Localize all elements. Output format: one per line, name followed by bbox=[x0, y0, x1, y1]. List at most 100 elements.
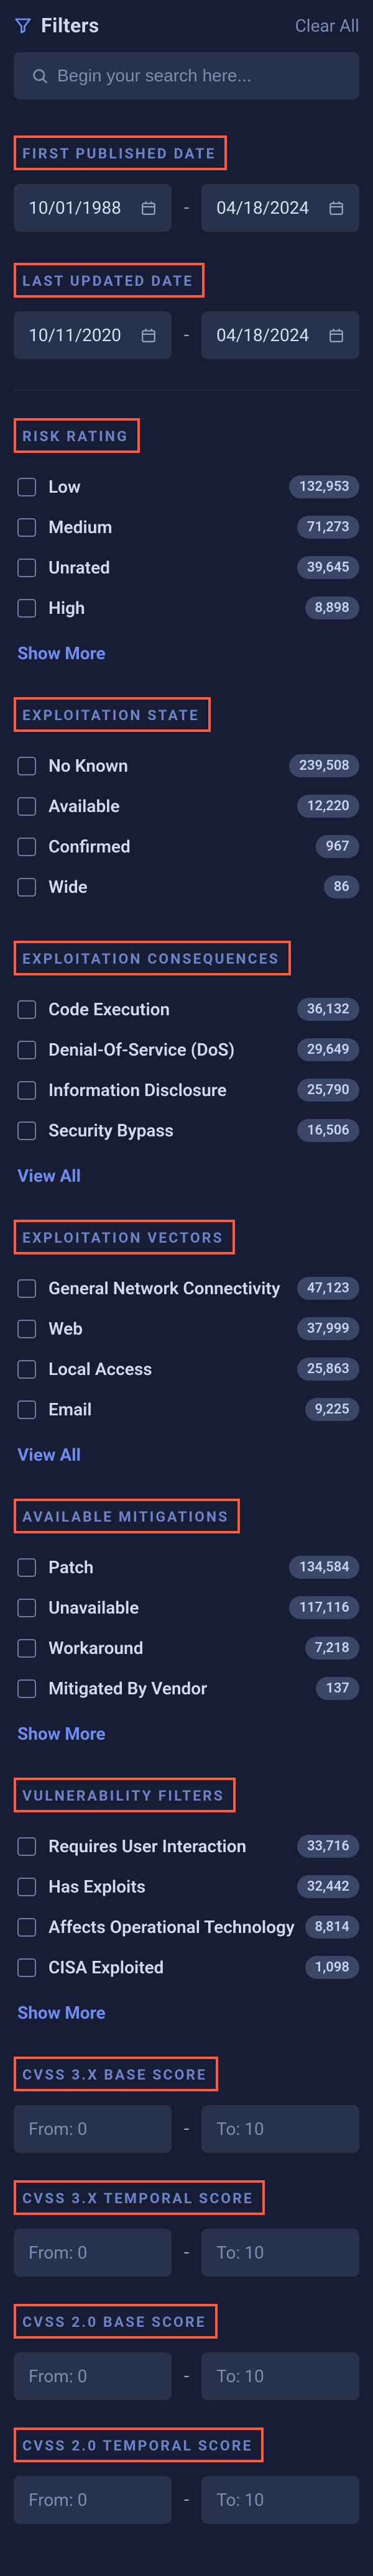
filter-option[interactable]: Affects Operational Technology8,814 bbox=[14, 1907, 359, 1947]
count-badge: 29,649 bbox=[297, 1038, 359, 1061]
filter-option[interactable]: Local Access25,863 bbox=[14, 1349, 359, 1389]
score-range: From: 0-To: 10 bbox=[14, 2476, 359, 2524]
option-label: Mitigated By Vendor bbox=[48, 1678, 207, 1699]
checkbox[interactable] bbox=[17, 1639, 36, 1658]
filter-option[interactable]: Security Bypass16,506 bbox=[14, 1110, 359, 1151]
filters-header-left: Filters bbox=[14, 14, 99, 37]
option-label: Denial-Of-Service (DoS) bbox=[48, 1039, 234, 1060]
checkbox[interactable] bbox=[17, 1279, 36, 1298]
checkbox[interactable] bbox=[17, 1958, 36, 1977]
vuln-heading: VULNERABILITY FILTERS bbox=[14, 1778, 236, 1812]
checkbox[interactable] bbox=[17, 518, 36, 537]
show-more-link[interactable]: Show More bbox=[14, 1709, 359, 1773]
show-more-link[interactable]: Show More bbox=[14, 628, 359, 692]
score-from-input[interactable]: From: 0 bbox=[14, 2105, 172, 2153]
checkbox[interactable] bbox=[17, 797, 36, 816]
checkbox[interactable] bbox=[17, 1121, 36, 1140]
checkbox[interactable] bbox=[17, 878, 36, 897]
cvss2-base-heading: CVSS 2.0 BASE SCORE bbox=[14, 2304, 218, 2339]
option-label: Requires User Interaction bbox=[48, 1836, 246, 1857]
filter-option[interactable]: Email9,225 bbox=[14, 1389, 359, 1430]
filter-option[interactable]: Denial-Of-Service (DoS) 29,649 bbox=[14, 1030, 359, 1070]
first-published-from[interactable]: 10/01/1988 bbox=[14, 184, 172, 232]
checkbox[interactable] bbox=[17, 1000, 36, 1019]
count-badge: 37,999 bbox=[297, 1317, 359, 1340]
filter-option[interactable]: Patch134,584 bbox=[14, 1547, 359, 1587]
filter-option[interactable]: Code Execution36,132 bbox=[14, 989, 359, 1030]
score-from-input[interactable]: From: 0 bbox=[14, 2352, 172, 2400]
filter-option[interactable]: Unavailable117,116 bbox=[14, 1587, 359, 1628]
last-updated-from[interactable]: 10/11/2020 bbox=[14, 311, 172, 359]
checkbox[interactable] bbox=[17, 1360, 36, 1379]
filter-option[interactable]: Unrated39,645 bbox=[14, 547, 359, 588]
search-input[interactable] bbox=[57, 66, 342, 86]
cvss3-base-section: CVSS 3.X BASE SCOREFrom: 0-To: 10 bbox=[14, 2057, 359, 2153]
checkbox[interactable] bbox=[17, 1918, 36, 1937]
count-badge: 8,814 bbox=[305, 1916, 359, 1939]
checkbox[interactable] bbox=[17, 1400, 36, 1419]
score-to-input[interactable]: To: 10 bbox=[201, 2352, 359, 2400]
last-updated-to[interactable]: 04/18/2024 bbox=[201, 311, 359, 359]
score-to-input[interactable]: To: 10 bbox=[201, 2105, 359, 2153]
show-more-link[interactable]: Show More bbox=[14, 1988, 359, 2052]
score-to-input[interactable]: To: 10 bbox=[201, 2229, 359, 2277]
option-label: Has Exploits bbox=[48, 1876, 145, 1897]
score-from-input[interactable]: From: 0 bbox=[14, 2229, 172, 2277]
filter-option[interactable]: Information Disclosure25,790 bbox=[14, 1070, 359, 1110]
filters-panel: Filters Clear All FIRST PUBLISHED DATE 1… bbox=[0, 0, 373, 2576]
filter-option[interactable]: Medium71,273 bbox=[14, 507, 359, 547]
view-all-link[interactable]: View All bbox=[14, 1430, 359, 1494]
view-all-link[interactable]: View All bbox=[14, 1151, 359, 1215]
checkbox[interactable] bbox=[17, 1041, 36, 1059]
first-published-to[interactable]: 04/18/2024 bbox=[201, 184, 359, 232]
score-range: From: 0-To: 10 bbox=[14, 2352, 359, 2400]
option-label: Wide bbox=[48, 877, 88, 897]
clear-all-button[interactable]: Clear All bbox=[295, 16, 359, 36]
filter-option[interactable]: High8,898 bbox=[14, 588, 359, 628]
range-separator: - bbox=[182, 324, 191, 346]
filter-option[interactable]: General Network Connectivity47,123 bbox=[14, 1268, 359, 1309]
filter-option[interactable]: Mitigated By Vendor137 bbox=[14, 1668, 359, 1709]
filter-option[interactable]: Web 37,999 bbox=[14, 1309, 359, 1349]
checkbox[interactable] bbox=[17, 1878, 36, 1896]
filter-option[interactable]: Low132,953 bbox=[14, 467, 359, 507]
search-box[interactable] bbox=[14, 52, 359, 99]
checkbox[interactable] bbox=[17, 1599, 36, 1617]
checkbox[interactable] bbox=[17, 1837, 36, 1856]
checkbox[interactable] bbox=[17, 838, 36, 856]
filter-option[interactable]: No Known239,508 bbox=[14, 746, 359, 786]
count-badge: 33,716 bbox=[297, 1835, 359, 1858]
filter-option[interactable]: Confirmed967 bbox=[14, 826, 359, 867]
option-label: High bbox=[48, 598, 85, 618]
range-separator: - bbox=[182, 2489, 191, 2511]
checkbox[interactable] bbox=[17, 1558, 36, 1577]
date-value: 04/18/2024 bbox=[216, 198, 309, 218]
filter-option[interactable]: Workaround7,218 bbox=[14, 1628, 359, 1668]
divider bbox=[14, 390, 359, 391]
filters-header: Filters Clear All bbox=[14, 14, 359, 37]
score-from-input[interactable]: From: 0 bbox=[14, 2476, 172, 2524]
checkbox[interactable] bbox=[17, 1081, 36, 1100]
checkbox[interactable] bbox=[17, 599, 36, 618]
cvss3-temp-heading: CVSS 3.X TEMPORAL SCORE bbox=[14, 2180, 265, 2215]
checkbox[interactable] bbox=[17, 1320, 36, 1338]
checkbox[interactable] bbox=[17, 559, 36, 577]
range-separator: - bbox=[182, 2242, 191, 2263]
option-label: Web bbox=[48, 1318, 83, 1339]
filter-option[interactable]: Requires User Interaction 33,716 bbox=[14, 1826, 359, 1866]
count-badge: 47,123 bbox=[297, 1277, 359, 1300]
score-to-input[interactable]: To: 10 bbox=[201, 2476, 359, 2524]
checkbox[interactable] bbox=[17, 757, 36, 775]
count-badge: 134,584 bbox=[289, 1556, 359, 1579]
checkbox[interactable] bbox=[17, 478, 36, 496]
last-updated-section: LAST UPDATED DATE 10/11/2020 - 04/18/202… bbox=[14, 263, 359, 359]
filter-option[interactable]: Has Exploits32,442 bbox=[14, 1866, 359, 1907]
filter-option[interactable]: Wide86 bbox=[14, 867, 359, 907]
option-label: Available bbox=[48, 796, 120, 816]
filter-option[interactable]: Available12,220 bbox=[14, 786, 359, 826]
checkbox[interactable] bbox=[17, 1679, 36, 1698]
filter-option[interactable]: CISA Exploited1,098 bbox=[14, 1947, 359, 1988]
cvss2-temp-heading: CVSS 2.0 TEMPORAL SCORE bbox=[14, 2428, 264, 2462]
date-value: 10/01/1988 bbox=[29, 198, 121, 218]
count-badge: 36,132 bbox=[297, 998, 359, 1021]
